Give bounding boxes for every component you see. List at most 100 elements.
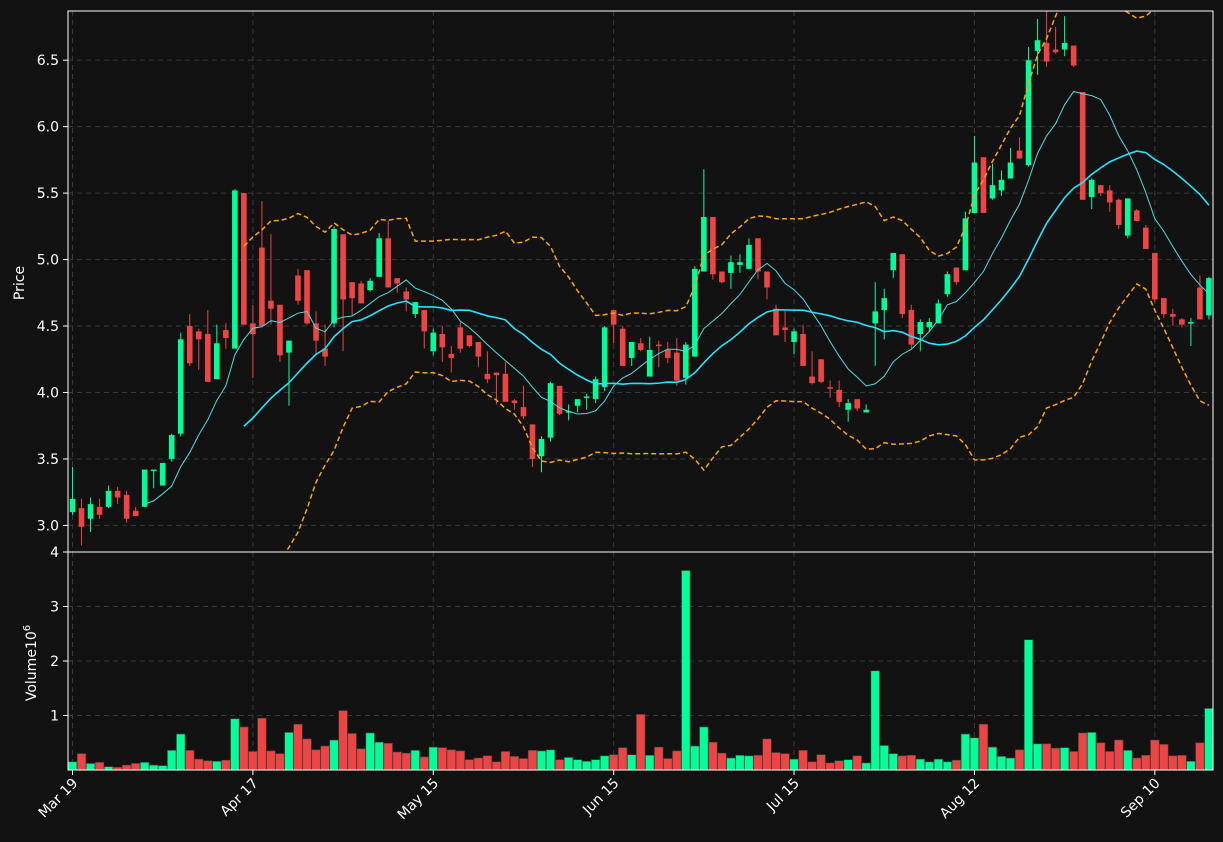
volume-bar [789, 758, 799, 770]
volume-bar [573, 759, 583, 770]
candle-body [1043, 42, 1050, 62]
volume-bar [798, 750, 808, 770]
candle-body [1161, 298, 1167, 315]
candle-body [1170, 314, 1176, 317]
volume-bar [85, 763, 96, 770]
volume-bar [446, 749, 456, 770]
candle-body [466, 335, 473, 346]
volume-bar [1005, 757, 1016, 770]
volume-bar [374, 741, 384, 770]
candle-body [646, 349, 653, 377]
candle-body [800, 334, 806, 366]
stock-chart: Mar 19 Apr 17 May 15 Jun 15 Jul 15 Aug 12 Sep … [0, 0, 1223, 842]
candle-body [1152, 252, 1158, 300]
volume-bar [744, 755, 754, 770]
candle-body [493, 372, 500, 376]
volume-bar [645, 754, 655, 770]
volume-bar [194, 758, 204, 770]
volume-bar [509, 756, 520, 770]
candle-body [556, 385, 563, 414]
volume-bar [591, 759, 601, 770]
volume-bar [212, 760, 222, 770]
volume-bar [888, 753, 898, 770]
price-y-tick-label: 3.5 [37, 452, 59, 468]
candle-body [502, 373, 509, 402]
volume-bar [861, 762, 871, 770]
volume-bar [1204, 708, 1213, 770]
volume-axis-label: Volume106 [22, 625, 40, 701]
volume-bar [347, 733, 357, 770]
candle-body [728, 262, 734, 273]
candle-body [511, 400, 518, 404]
candle-body [259, 247, 265, 327]
volume-y-tick-label: 2 [50, 654, 59, 670]
candle-body [881, 298, 888, 311]
price-y-tick-label: 6.0 [37, 120, 59, 136]
volume-bar [500, 751, 511, 770]
candle-body [1143, 227, 1149, 249]
volume-bar [428, 746, 438, 770]
candle-body [168, 435, 175, 459]
volume-bar [356, 748, 366, 770]
candle-body [177, 339, 184, 434]
price-y-tick-label: 3.0 [37, 518, 59, 534]
volume-bar [518, 758, 529, 770]
candle-body [809, 376, 815, 384]
volume-bar [1168, 755, 1178, 770]
candle-body [367, 280, 373, 291]
candle-body [1106, 190, 1113, 203]
volume-bar [1132, 757, 1142, 770]
candle-body [214, 343, 220, 380]
candle-body [132, 510, 139, 517]
volume-bar [672, 750, 682, 770]
volume-bar [1023, 639, 1034, 770]
volume-bar [1042, 743, 1052, 770]
candle-body [349, 282, 355, 299]
candle-body [1097, 185, 1104, 194]
volume-bar [1141, 754, 1151, 770]
volume-bar [473, 757, 483, 770]
volume-bar [771, 752, 781, 770]
candle-body [457, 327, 464, 349]
candle-body [1124, 198, 1131, 236]
volume-bar [933, 758, 943, 770]
candle-body [385, 238, 391, 288]
volume-bar [76, 753, 87, 770]
volume-bar [1087, 732, 1097, 770]
volume-bar [284, 732, 294, 770]
candle-body [223, 330, 229, 338]
volume-bar [221, 759, 231, 770]
candle-body [96, 506, 103, 515]
volume-bar [383, 742, 393, 770]
volume-bar [780, 753, 790, 770]
volume-bar [960, 733, 971, 770]
candle-body [277, 304, 283, 356]
volume-bar [455, 750, 465, 770]
candle-body [87, 504, 94, 519]
volume-bar [987, 746, 998, 770]
volume-bar [762, 738, 772, 770]
candle-body [782, 327, 788, 331]
volume-bar [365, 732, 375, 770]
volume-bar [897, 755, 907, 770]
candle-body [114, 490, 121, 498]
candle-body [403, 291, 410, 300]
volume-y-tick-label: 3 [50, 600, 59, 616]
volume-bar [527, 750, 538, 770]
candle-body [205, 334, 211, 382]
volume-label-text: Volume [24, 649, 40, 701]
volume-bar [149, 764, 159, 770]
candle-body [619, 328, 626, 366]
volume-bar [392, 751, 402, 770]
candle-body [917, 322, 924, 335]
volume-bar [563, 757, 574, 770]
candle-body [746, 244, 752, 269]
volume-bar [302, 738, 312, 770]
volume-bar [257, 717, 267, 770]
candle-body [890, 252, 897, 271]
candle-body [484, 373, 491, 380]
candle-body [313, 323, 319, 341]
candle-body [719, 271, 725, 283]
volume-bar [1060, 747, 1070, 770]
candle-body [232, 190, 238, 349]
